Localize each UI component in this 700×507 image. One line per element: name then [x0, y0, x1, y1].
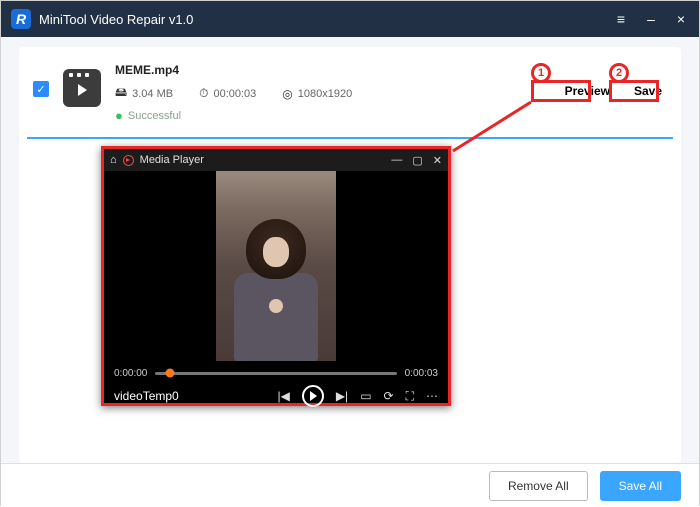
file-size: 🖴 3.04 MB: [115, 83, 173, 104]
mp-close-icon[interactable]: ✕: [433, 154, 442, 167]
remove-all-button[interactable]: Remove All: [489, 471, 588, 501]
time-current: 0:00:00: [114, 368, 147, 379]
window-controls: ≡ – ×: [613, 11, 689, 27]
seek-thumb[interactable]: [165, 369, 174, 378]
media-player-logo-icon: [123, 155, 134, 166]
file-meta: 🖴 3.04 MB ⏱ 00:00:03 ◎ 1080x1920: [115, 83, 560, 104]
fullscreen-icon[interactable]: ⛶: [406, 389, 414, 404]
file-status: ● Successful: [115, 108, 560, 123]
prev-icon[interactable]: |◀: [277, 389, 289, 403]
callout-badge-2: 2: [609, 63, 629, 83]
bottom-bar: Remove All Save All: [1, 463, 699, 507]
menu-icon[interactable]: ≡: [613, 11, 629, 27]
close-icon[interactable]: ×: [673, 11, 689, 27]
time-total: 0:00:03: [405, 368, 438, 379]
file-resolution: ◎ 1080x1920: [282, 87, 352, 101]
resolution-icon: ◎: [282, 87, 292, 101]
seek-bar[interactable]: 0:00:00 0:00:03: [114, 365, 438, 381]
file-checkbox[interactable]: ✓: [33, 81, 49, 97]
file-name: MEME.mp4: [115, 63, 560, 77]
media-filename: videoTemp0: [114, 389, 179, 403]
media-player-window-controls: — ▢ ✕: [391, 154, 442, 167]
next-icon[interactable]: ▶|: [336, 389, 348, 403]
app-title: MiniTool Video Repair v1.0: [39, 12, 613, 27]
media-player-viewport[interactable]: [104, 171, 448, 361]
cast-icon[interactable]: ⟳: [384, 389, 394, 403]
video-file-icon: [63, 69, 101, 107]
play-icon[interactable]: [302, 385, 324, 407]
file-resolution-value: 1080x1920: [298, 88, 352, 100]
video-frame: [216, 171, 336, 361]
pip-icon[interactable]: ▭: [360, 389, 371, 403]
media-player-window: ⌂ Media Player — ▢ ✕ 0:00:00 0:00:03: [101, 146, 451, 406]
minimize-icon[interactable]: –: [643, 11, 659, 27]
clock-icon: ⏱: [199, 86, 208, 101]
disk-icon: 🖴: [115, 83, 127, 104]
media-player-title: Media Player: [140, 154, 386, 166]
file-duration-value: 00:00:03: [213, 88, 256, 100]
more-icon[interactable]: ⋯: [426, 389, 438, 403]
file-status-label: Successful: [128, 110, 181, 122]
success-icon: ●: [115, 108, 123, 123]
mp-maximize-icon[interactable]: ▢: [412, 154, 422, 167]
media-player-titlebar: ⌂ Media Player — ▢ ✕: [104, 149, 448, 171]
save-all-button[interactable]: Save All: [600, 471, 681, 501]
mp-minimize-icon[interactable]: —: [391, 154, 402, 167]
seek-track[interactable]: [155, 372, 396, 375]
callout-rect-save: [609, 80, 659, 102]
callout-rect-preview: [531, 80, 591, 102]
title-bar: R MiniTool Video Repair v1.0 ≡ – ×: [1, 1, 699, 37]
file-info: MEME.mp4 🖴 3.04 MB ⏱ 00:00:03 ◎ 1080x192…: [115, 63, 560, 123]
app-logo: R: [11, 9, 31, 29]
file-size-value: 3.04 MB: [132, 88, 173, 100]
media-player-controls: 0:00:00 0:00:03 videoTemp0 |◀ ▶| ▭ ⟳ ⛶ ⋯: [104, 361, 448, 405]
callout-badge-1: 1: [531, 63, 551, 83]
playback-buttons: |◀ ▶| ▭ ⟳ ⛶ ⋯: [277, 385, 438, 407]
home-icon[interactable]: ⌂: [110, 154, 117, 166]
file-duration: ⏱ 00:00:03: [199, 86, 256, 101]
